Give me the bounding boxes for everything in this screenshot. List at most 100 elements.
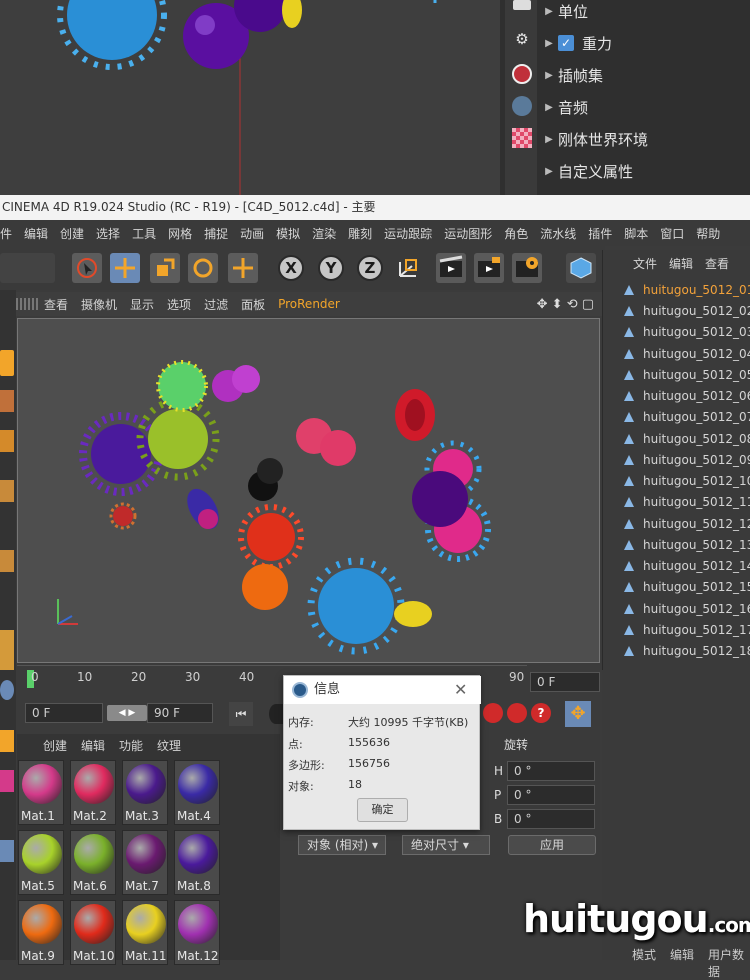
- menu-sculpt[interactable]: 雕刻: [348, 225, 372, 242]
- material-swatch[interactable]: Mat.7: [122, 830, 168, 895]
- checker-icon[interactable]: [512, 128, 532, 148]
- menu-edit[interactable]: 编辑: [24, 225, 48, 242]
- mat-preview-icon[interactable]: [0, 770, 14, 792]
- auto-key-icon[interactable]: [507, 703, 527, 723]
- lock-workplane-icon[interactable]: [0, 840, 14, 862]
- menu-mograph[interactable]: 运动图形: [444, 225, 492, 242]
- document-icon[interactable]: [513, 0, 531, 10]
- material-swatch[interactable]: Mat.9: [18, 900, 64, 965]
- menu-tools[interactable]: 工具: [132, 225, 156, 242]
- menu-snap[interactable]: 捕捉: [204, 225, 228, 242]
- x-axis-lock-button[interactable]: X: [276, 253, 306, 283]
- material-menu-function[interactable]: 功能: [119, 737, 143, 754]
- object-menu-file[interactable]: 文件: [633, 255, 657, 272]
- viewport-menu-display[interactable]: 显示: [130, 296, 154, 313]
- render-to-picture-viewer-icon[interactable]: [474, 253, 504, 283]
- key-move-icon[interactable]: ✥: [565, 701, 591, 727]
- material-swatch[interactable]: Mat.2: [70, 760, 116, 825]
- undo-redo-icon[interactable]: [0, 253, 55, 283]
- prev-frame-icon[interactable]: [269, 704, 283, 724]
- object-row[interactable]: huitugou_5012_02: [623, 300, 750, 321]
- material-swatch[interactable]: Mat.8: [174, 830, 220, 895]
- expand-arrow-icon[interactable]: ▶: [540, 6, 558, 17]
- expand-arrow-icon[interactable]: ▶: [540, 166, 558, 177]
- menu-character[interactable]: 角色: [504, 225, 528, 242]
- viewport-menu-view[interactable]: 查看: [44, 296, 68, 313]
- transform-tool-icon[interactable]: [228, 253, 258, 283]
- attr-row-unit[interactable]: ▶ 单位: [540, 0, 588, 26]
- expand-arrow-icon[interactable]: ▶: [540, 102, 558, 113]
- material-menu-edit[interactable]: 编辑: [81, 737, 105, 754]
- object-row[interactable]: huitugou_5012_04: [623, 343, 750, 364]
- object-relative-select[interactable]: 对象 (相对) ▾: [298, 835, 386, 855]
- dynamics-icon[interactable]: ⚙: [512, 30, 532, 50]
- z-axis-lock-button[interactable]: Z: [355, 253, 385, 283]
- attr-row-rigid-world[interactable]: ▶ 刚体世界环境: [540, 124, 648, 154]
- object-row[interactable]: huitugou_5012_10: [623, 470, 750, 491]
- attr-row-cache[interactable]: ▶ 插帧集: [540, 60, 603, 90]
- menu-select[interactable]: 选择: [96, 225, 120, 242]
- attr-row-audio[interactable]: ▶ 音频: [540, 92, 588, 122]
- viewport-menu-filter[interactable]: 过滤: [204, 296, 228, 313]
- viewport-nav-icons[interactable]: ✥ ⬍ ⟲ ▢: [537, 297, 594, 312]
- material-swatch[interactable]: Mat.11: [122, 900, 168, 965]
- render-view-icon[interactable]: [436, 253, 466, 283]
- start-frame-field[interactable]: 0 F: [25, 703, 103, 723]
- menu-create[interactable]: 创建: [60, 225, 84, 242]
- rotate-tool-icon[interactable]: [188, 253, 218, 283]
- object-row[interactable]: huitugou_5012_13: [623, 534, 750, 555]
- object-menu-edit[interactable]: 编辑: [669, 255, 693, 272]
- expand-arrow-icon[interactable]: ▶: [540, 134, 558, 145]
- snap-icon[interactable]: [0, 680, 14, 700]
- menu-render[interactable]: 渲染: [312, 225, 336, 242]
- coordinate-system-icon[interactable]: [393, 253, 423, 283]
- close-icon[interactable]: ✕: [454, 676, 467, 704]
- ok-button[interactable]: 确定: [357, 798, 408, 822]
- model-mode-icon[interactable]: [0, 350, 14, 376]
- scale-tool-icon[interactable]: [150, 253, 180, 283]
- menu-simulate[interactable]: 模拟: [276, 225, 300, 242]
- rotation-b-field[interactable]: 0 °: [507, 809, 595, 829]
- frame-step-icon[interactable]: ◀ ▶: [107, 705, 147, 721]
- object-row[interactable]: huitugou_5012_15: [623, 576, 750, 597]
- end-frame-field[interactable]: 90 F: [147, 703, 213, 723]
- menu-motion-tracking[interactable]: 运动跟踪: [384, 225, 432, 242]
- rotation-p-field[interactable]: 0 °: [507, 785, 595, 805]
- viewport-menu-camera[interactable]: 摄像机: [81, 296, 117, 313]
- current-frame-field[interactable]: 0 F: [530, 672, 600, 692]
- gravity-checkbox[interactable]: ✓: [558, 35, 574, 51]
- object-row[interactable]: huitugou_5012_05: [623, 364, 750, 385]
- object-row[interactable]: huitugou_5012_14: [623, 555, 750, 576]
- object-row[interactable]: huitugou_5012_16: [623, 598, 750, 619]
- points-mode-icon[interactable]: [0, 430, 14, 452]
- material-swatch[interactable]: Mat.5: [18, 830, 64, 895]
- menu-animate[interactable]: 动画: [240, 225, 264, 242]
- object-row[interactable]: huitugou_5012_06: [623, 385, 750, 406]
- menu-file[interactable]: 件: [0, 225, 12, 242]
- object-row[interactable]: huitugou_5012_03: [623, 321, 750, 342]
- object-row[interactable]: huitugou_5012_09: [623, 449, 750, 470]
- select-tool-icon[interactable]: [72, 253, 102, 283]
- object-menu-view[interactable]: 查看: [705, 255, 729, 272]
- object-row[interactable]: huitugou_5012_17: [623, 619, 750, 640]
- absolute-size-select[interactable]: 绝对尺寸 ▾: [402, 835, 490, 855]
- object-row[interactable]: huitugou_5012_01: [623, 279, 750, 300]
- tab-user-data[interactable]: 用户数据: [708, 946, 750, 980]
- viewport-menu-options[interactable]: 选项: [167, 296, 191, 313]
- audio-icon[interactable]: [512, 96, 532, 116]
- expand-arrow-icon[interactable]: ▶: [540, 38, 558, 49]
- texture-mode-icon[interactable]: [0, 390, 14, 412]
- menu-window[interactable]: 窗口: [660, 225, 684, 242]
- workplane-icon[interactable]: [0, 730, 14, 752]
- attr-row-user-data[interactable]: ▶ 自定义属性: [540, 156, 633, 186]
- menu-mesh[interactable]: 网格: [168, 225, 192, 242]
- perspective-viewport[interactable]: [17, 318, 600, 663]
- tab-mode[interactable]: 模式: [632, 946, 656, 963]
- expand-arrow-icon[interactable]: ▶: [540, 70, 558, 81]
- rotation-h-field[interactable]: 0 °: [507, 761, 595, 781]
- go-to-start-icon[interactable]: ⏮: [229, 702, 253, 726]
- move-tool-icon[interactable]: [110, 253, 140, 283]
- record-keys-icon[interactable]: [483, 703, 503, 723]
- viewport-menu-panel[interactable]: 面板: [241, 296, 265, 313]
- object-row[interactable]: huitugou_5012_12: [623, 513, 750, 534]
